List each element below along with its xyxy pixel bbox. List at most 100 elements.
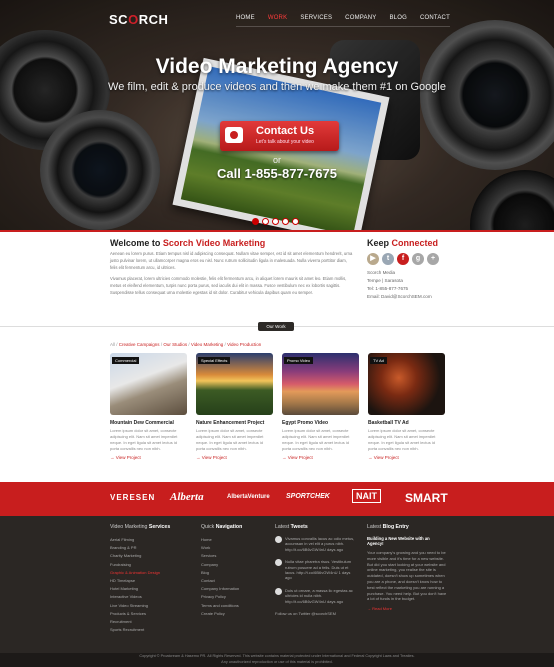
tweet-item: Vivamus convallis lacus ac odio metus, a… bbox=[275, 536, 355, 552]
portfolio-grid: Commercial Mountain Dew Commercial Lorem… bbox=[110, 353, 446, 460]
project-card[interactable]: Promo Video Egypt Promo Video Lorem ipsu… bbox=[282, 353, 359, 460]
hero-subtitle: We film, edit & produce videos and then … bbox=[108, 81, 446, 93]
nav-home[interactable]: HOME bbox=[236, 11, 255, 27]
plus-icon[interactable]: + bbox=[427, 253, 439, 265]
footer-heading: Latest Blog Entry bbox=[367, 524, 409, 530]
nav-contact[interactable]: CONTACT bbox=[420, 11, 450, 27]
slider-dot[interactable] bbox=[252, 218, 259, 225]
footer-heading: Quick Navigation bbox=[201, 524, 243, 530]
project-description: Lorem ipsum dolor sit amet, consecte adi… bbox=[110, 428, 178, 451]
filter-all[interactable]: All bbox=[110, 342, 115, 347]
blog-entry-text: Your company's growing and you need to b… bbox=[367, 550, 447, 602]
twitter-bird-icon bbox=[275, 587, 282, 595]
video-camera-icon bbox=[225, 127, 243, 143]
client-logo-alberta: Alberta bbox=[170, 491, 204, 503]
view-project-link[interactable]: → View Project bbox=[110, 455, 187, 460]
footer-link[interactable]: Create Policy bbox=[201, 610, 266, 618]
footer-link[interactable]: Contact bbox=[201, 577, 266, 585]
filter-our-studios[interactable]: Our Studios bbox=[163, 342, 187, 347]
site-logo[interactable]: SCORCH bbox=[109, 12, 168, 27]
footer-link[interactable]: Charity Marketing bbox=[110, 552, 190, 560]
client-logo-smart: SMART bbox=[405, 491, 448, 505]
footer-link[interactable]: Hotel Marketing bbox=[110, 585, 190, 593]
project-title[interactable]: Basketball TV Ad bbox=[368, 420, 445, 426]
cta-title: Contact Us bbox=[256, 125, 315, 137]
project-title[interactable]: Egypt Promo Video bbox=[282, 420, 359, 426]
view-project-link[interactable]: → View Project bbox=[282, 455, 359, 460]
project-title[interactable]: Nature Enhancement Project bbox=[196, 420, 273, 426]
footer-heading: Latest Tweets bbox=[275, 524, 308, 530]
project-card[interactable]: TV Ad Basketball TV Ad Lorem ipsum dolor… bbox=[368, 353, 445, 460]
nav-work[interactable]: WORK bbox=[268, 11, 287, 27]
slider-dot[interactable] bbox=[292, 218, 299, 225]
footer-link[interactable]: Live Video Streaming bbox=[110, 602, 190, 610]
footer-link[interactable]: Fundraising bbox=[110, 561, 190, 569]
project-card[interactable]: Special Effects Nature Enhancement Proje… bbox=[196, 353, 273, 460]
slider-dot[interactable] bbox=[282, 218, 289, 225]
project-description: Lorem ipsum dolor sit amet, consecte adi… bbox=[196, 428, 264, 451]
footer-link[interactable]: Sports Recruitment bbox=[110, 626, 190, 634]
welcome-section: Welcome to Scorch Video Marketing Aenean… bbox=[110, 238, 355, 297]
footer-link[interactable]: Terms and conditions bbox=[201, 602, 266, 610]
project-title[interactable]: Mountain Dew Commercial bbox=[110, 420, 187, 426]
nav-blog[interactable]: BLOG bbox=[389, 11, 406, 27]
facebook-icon[interactable]: f bbox=[397, 253, 409, 265]
or-label: or bbox=[272, 155, 281, 165]
footer-link[interactable]: Interactive Videos bbox=[110, 593, 190, 601]
filter-video-marketing[interactable]: Video Marketing bbox=[191, 342, 223, 347]
cta-subtitle: Let's talk about your video bbox=[256, 139, 314, 145]
project-card[interactable]: Commercial Mountain Dew Commercial Lorem… bbox=[110, 353, 187, 460]
footer-link[interactable]: Graphic & Animation Design bbox=[110, 569, 190, 577]
google-plus-icon[interactable]: g bbox=[412, 253, 424, 265]
main-nav: HOME WORK SERVICES COMPANY BLOG CONTACT bbox=[236, 11, 450, 27]
footer-link[interactable]: Work bbox=[201, 544, 266, 552]
nav-company[interactable]: COMPANY bbox=[345, 11, 376, 27]
footer-link[interactable]: Branding & PR bbox=[110, 544, 190, 552]
footer-link[interactable]: Company Information bbox=[201, 585, 266, 593]
twitter-icon[interactable]: t bbox=[382, 253, 394, 265]
view-project-link[interactable]: → View Project bbox=[368, 455, 445, 460]
footer-link[interactable]: Company bbox=[201, 561, 266, 569]
phone-number[interactable]: Call 1-855-877-7675 bbox=[0, 166, 554, 181]
read-more-link[interactable]: → Read More bbox=[367, 606, 447, 612]
clients-bar: VERESEN Alberta AlbertaVenture SPORTCHEK… bbox=[0, 482, 554, 516]
project-thumbnail[interactable]: Promo Video bbox=[282, 353, 359, 415]
filter-creative-campaigns[interactable]: Creative Campaigns bbox=[119, 342, 160, 347]
footer-link[interactable]: HD Timelapse bbox=[110, 577, 190, 585]
footer-link[interactable]: Aerial Filming bbox=[110, 536, 190, 544]
project-thumbnail[interactable]: TV Ad bbox=[368, 353, 445, 415]
youtube-icon[interactable]: ▶ bbox=[367, 253, 379, 265]
client-logo-sportchek: SPORTCHEK bbox=[286, 493, 330, 500]
view-project-link[interactable]: → View Project bbox=[196, 455, 273, 460]
footer-link[interactable]: Blog bbox=[201, 569, 266, 577]
project-tag: Special Effects bbox=[198, 357, 231, 364]
filter-video-production[interactable]: Video Production bbox=[227, 342, 261, 347]
footer-latest-blog: Latest Blog Entry Building a New Website… bbox=[367, 524, 447, 612]
project-tag: TV Ad bbox=[370, 357, 387, 364]
project-thumbnail[interactable]: Commercial bbox=[110, 353, 187, 415]
tweet-item: Duis ut ornare, a massa lic egestas ac u… bbox=[275, 587, 355, 604]
copyright-bar: Copyright © Proatcream & Hasemo PR. All … bbox=[0, 653, 554, 667]
slider-dot[interactable] bbox=[272, 218, 279, 225]
contact-us-button[interactable]: Contact Us Let's talk about your video bbox=[220, 121, 339, 151]
social-icons: ▶ t f g + bbox=[367, 253, 457, 265]
hero-title: Video Marketing Agency bbox=[155, 55, 399, 78]
footer-link[interactable]: Home bbox=[201, 536, 266, 544]
footer-quick-navigation: Quick Navigation Home Work Services Comp… bbox=[201, 524, 266, 618]
project-thumbnail[interactable]: Special Effects bbox=[196, 353, 273, 415]
footer-link[interactable]: Products & Services bbox=[110, 610, 190, 618]
footer-link[interactable]: Recruitment bbox=[110, 618, 190, 626]
footer-latest-tweets: Latest Tweets Vivamus convallis lacus ac… bbox=[275, 524, 355, 617]
client-logo-nait: NAIT bbox=[352, 489, 381, 503]
footer-link[interactable]: Services bbox=[201, 552, 266, 560]
keep-connected-section: Keep Connected ▶ t f g + Scorch Media Te… bbox=[367, 238, 457, 301]
project-description: Lorem ipsum dolor sit amet, consecte adi… bbox=[368, 428, 436, 451]
follow-twitter-link[interactable]: Follow us on Twitter @scorchSEM bbox=[275, 611, 355, 617]
welcome-paragraph: Vivamus placerat, lorem ultricies commod… bbox=[110, 276, 347, 295]
email-link[interactable]: Email: David@ScorchSEM.com bbox=[367, 293, 457, 301]
slider-dot[interactable] bbox=[262, 218, 269, 225]
blog-entry-title[interactable]: Building a New Website with an Agency! bbox=[367, 536, 447, 546]
portfolio-filters: All / Creative Campaigns / Our Studios /… bbox=[110, 342, 262, 347]
footer-link[interactable]: Privacy Policy bbox=[201, 593, 266, 601]
nav-services[interactable]: SERVICES bbox=[300, 11, 332, 27]
